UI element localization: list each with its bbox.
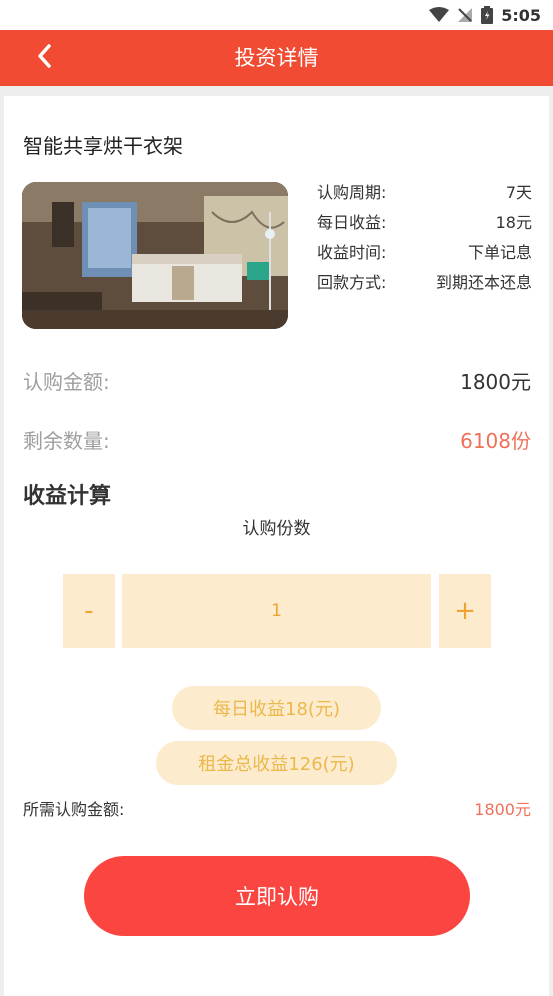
remaining-quantity-label: 剩余数量: — [23, 429, 110, 453]
no-signal-icon — [457, 7, 473, 23]
copies-label: 认购份数 — [242, 519, 311, 539]
battery-icon — [481, 6, 494, 24]
remaining-quantity-value: 6108份 — [460, 429, 531, 453]
subscription-amount-row: 认购金额: 1800元 — [23, 366, 531, 395]
product-name: 智能共享烘干衣架 — [23, 134, 183, 158]
decrement-button[interactable]: - — [63, 574, 115, 648]
subscription-amount-label: 认购金额: — [23, 370, 110, 394]
info-value: 7天 — [505, 183, 532, 202]
total-income-badge: 租金总收益126(元) — [156, 741, 397, 785]
income-calc-title: 收益计算 — [23, 484, 112, 509]
info-value: 18元 — [495, 213, 532, 232]
info-row-daily-income: 每日收益: 18元 — [317, 212, 532, 234]
quantity-stepper[interactable]: 1 — [122, 574, 431, 648]
product-info-list: 认购周期: 7天 每日收益: 18元 收益时间: 下单记息 回款方式: 到期还本… — [317, 182, 532, 302]
info-value: 下单记息 — [467, 243, 532, 262]
status-bar: 5:05 — [0, 0, 553, 30]
info-row-income-time: 收益时间: 下单记息 — [317, 242, 532, 264]
info-row-repayment: 回款方式: 到期还本还息 — [317, 272, 532, 294]
required-amount-label: 所需认购金额: — [23, 800, 125, 819]
product-image — [22, 182, 288, 329]
subscription-amount-value: 1800元 — [460, 370, 531, 394]
subscribe-now-button[interactable]: 立即认购 — [84, 856, 470, 936]
required-amount-row: 所需认购金额: 1800元 — [23, 796, 531, 820]
investment-detail-card: 智能共享烘干衣架 认购周期: 7天 每日收益: 18元 收益时间: 下单记息 回… — [4, 96, 549, 996]
info-row-period: 认购周期: 7天 — [317, 182, 532, 204]
page-title: 投资详情 — [234, 46, 319, 70]
info-label: 每日收益: — [317, 213, 387, 232]
increment-button[interactable]: + — [439, 574, 491, 648]
info-value: 到期还本还息 — [436, 273, 533, 292]
remaining-quantity-row: 剩余数量: 6108份 — [23, 425, 531, 454]
info-label: 回款方式: — [317, 273, 387, 292]
info-label: 认购周期: — [317, 183, 387, 202]
info-label: 收益时间: — [317, 243, 387, 262]
required-amount-value: 1800元 — [474, 800, 531, 819]
status-time: 5:05 — [501, 5, 541, 25]
wifi-icon — [429, 7, 450, 23]
daily-income-badge: 每日收益18(元) — [172, 686, 381, 730]
app-bar: 投资详情 — [0, 30, 553, 86]
